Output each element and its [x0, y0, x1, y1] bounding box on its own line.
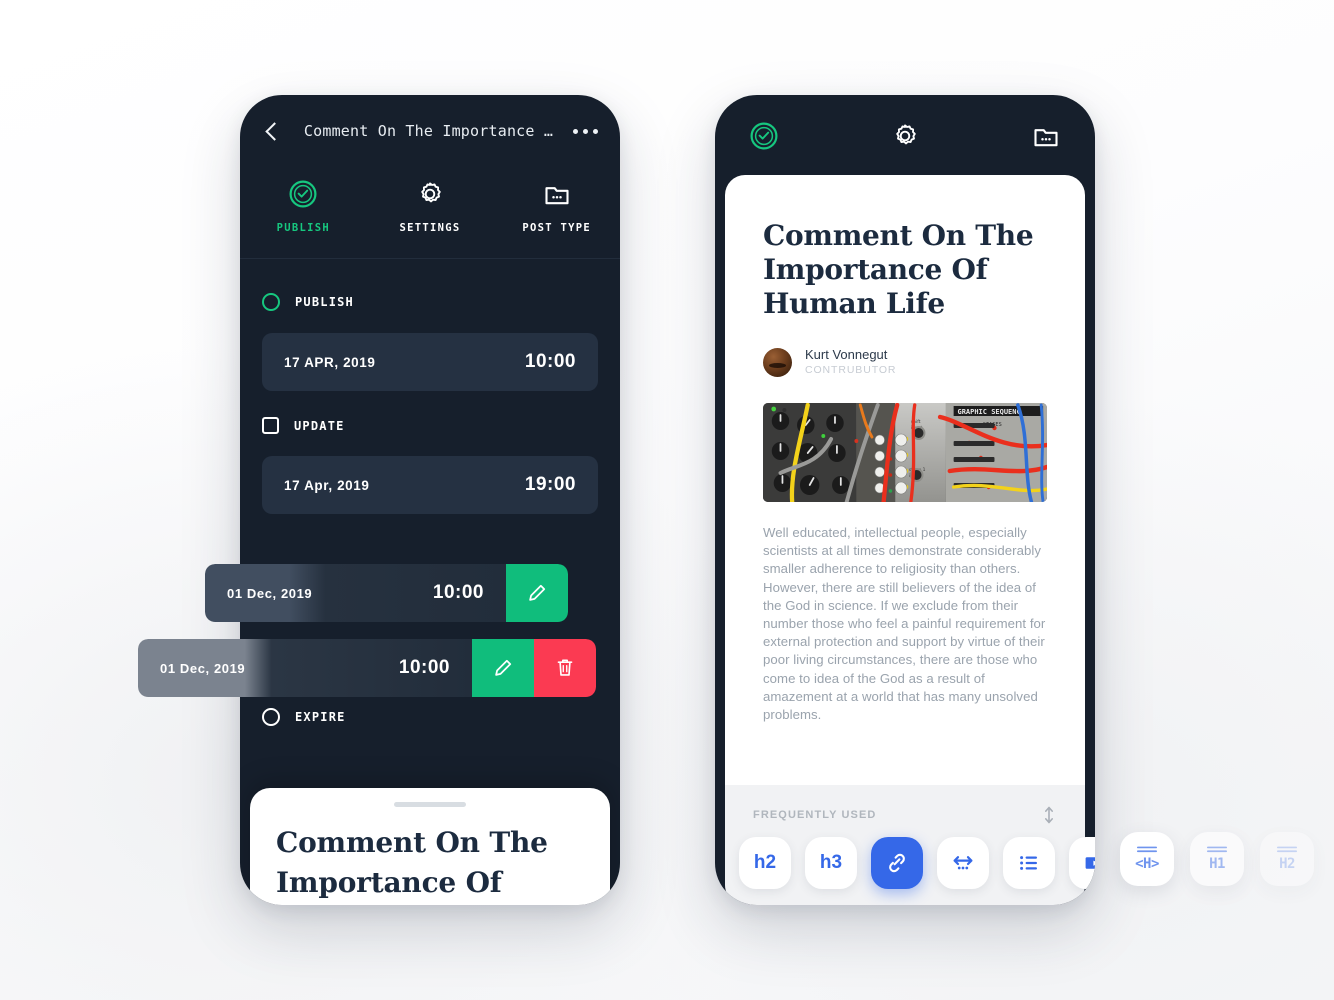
tab-settings[interactable]: SETTINGS — [367, 179, 494, 234]
publish-tab-strip: PUBLISH SETTINGS POST TYPE — [240, 167, 620, 259]
phone-editor-screen: Comment On The Importance Of Human Life … — [715, 95, 1095, 905]
date-value: 01 Dec, 2019 — [227, 585, 313, 601]
preview-bottom-sheet[interactable]: Comment On The Importance Of Human Life — [250, 788, 610, 905]
folder-dots-icon — [1034, 129, 1058, 147]
folder-dots-icon — [545, 187, 569, 205]
author-name: Kurt Vonnegut — [805, 347, 888, 362]
toolbar-button-row: h2 h3 — [725, 825, 1095, 889]
option-update-label: UPDATE — [294, 418, 345, 433]
nav-publish-button[interactable] — [749, 121, 853, 151]
option-update[interactable]: UPDATE — [262, 417, 598, 434]
swipe-row[interactable]: 01 Dec, 2019 10:00 — [205, 564, 568, 622]
tab-publish[interactable]: PUBLISH — [240, 179, 367, 234]
format-button-video[interactable] — [1069, 837, 1095, 889]
floating-chip-heading-2[interactable]: H2 — [1260, 832, 1314, 886]
floating-chip-label: H2 — [1279, 856, 1295, 872]
format-button-link[interactable] — [871, 837, 923, 889]
avatar — [763, 347, 792, 377]
date-value: 17 Apr, 2019 — [284, 477, 370, 493]
radio-publish-icon[interactable] — [262, 293, 280, 311]
link-icon — [889, 853, 905, 873]
delete-action-button[interactable] — [534, 639, 596, 697]
more-horizontal-icon[interactable] — [573, 128, 598, 134]
option-expire-label: EXPIRE — [295, 710, 346, 724]
floating-chip-label: H1 — [1209, 856, 1225, 872]
time-value: 10:00 — [398, 657, 450, 678]
format-toolbar: FREQUENTLY USED h2 h3 — [725, 785, 1095, 905]
svg-text:GRAPHIC SEQUENC: GRAPHIC SEQUENC — [958, 407, 1021, 416]
text-lines-icon — [1137, 846, 1157, 853]
toolbar-header: FREQUENTLY USED — [725, 785, 1085, 825]
time-value: 10:00 — [432, 582, 484, 603]
format-button-heading-3[interactable]: h3 — [805, 837, 857, 889]
format-button-more-embed[interactable] — [937, 837, 989, 889]
nav-settings-button[interactable] — [853, 121, 957, 151]
arrows-more-icon — [953, 856, 973, 870]
sort-vertical-icon[interactable] — [1041, 805, 1057, 825]
video-icon — [1085, 857, 1095, 869]
floating-chip-label: <H> — [1135, 856, 1159, 872]
article-editor-canvas[interactable]: Comment On The Importance Of Human Life … — [725, 175, 1085, 875]
canvas: Comment On The Importance … PUBLISH SETT… — [0, 0, 1334, 1000]
option-expire[interactable]: EXPIRE — [262, 708, 598, 726]
phone-publish-screen: Comment On The Importance … PUBLISH SETT… — [240, 95, 620, 905]
format-button-list[interactable] — [1003, 837, 1055, 889]
option-publish-label: PUBLISH — [295, 295, 354, 309]
trash-icon — [557, 659, 573, 676]
format-button-label: h3 — [819, 852, 843, 873]
swipe-row[interactable]: 01 Dec, 2019 10:00 — [138, 639, 596, 697]
clock-check-circle-icon — [750, 122, 778, 150]
synthesizer-photo: GRAPHIC SEQUENC STAGES shift input stage… — [763, 403, 1047, 502]
nav-post-type-button[interactable] — [957, 121, 1061, 151]
article-content: Comment On The Importance Of Human Life … — [725, 175, 1085, 724]
preview-title: Comment On The Importance Of Human Life — [276, 826, 548, 899]
format-button-label: h2 — [753, 852, 777, 873]
gear-icon — [896, 124, 916, 145]
datetime-row-publish[interactable]: 17 APR, 2019 10:00 — [262, 333, 598, 391]
author-role: CONTRUBUTOR — [805, 364, 897, 376]
chevron-left-icon[interactable] — [262, 120, 284, 142]
article-title[interactable]: Comment On The Importance Of Human Life — [763, 219, 1047, 321]
tab-settings-label: SETTINGS — [399, 222, 461, 234]
checkbox-update-icon[interactable] — [262, 417, 279, 434]
date-value: 01 Dec, 2019 — [160, 660, 246, 676]
pencil-icon — [529, 584, 546, 601]
datetime-row-update[interactable]: 17 Apr, 2019 19:00 — [262, 456, 598, 514]
bullet-list-icon — [1020, 856, 1037, 870]
gear-icon — [421, 182, 441, 203]
floating-chip-heading-1[interactable]: H1 — [1190, 832, 1244, 886]
sheet-grabber-handle[interactable] — [394, 802, 466, 807]
tab-post-type-label: POST TYPE — [522, 222, 591, 234]
tab-publish-label: PUBLISH — [276, 222, 331, 234]
article-byline: Kurt Vonnegut CONTRUBUTOR — [763, 347, 1047, 377]
article-body[interactable]: Well educated, intellectual people, espe… — [763, 524, 1047, 724]
date-value: 17 APR, 2019 — [284, 354, 376, 370]
time-value: 10:00 — [524, 351, 576, 372]
toolbar-section-label: FREQUENTLY USED — [753, 809, 877, 821]
floating-chip-heading-code[interactable]: <H> — [1120, 832, 1174, 886]
publish-navbar: Comment On The Importance … — [240, 95, 620, 167]
editor-navbar — [715, 95, 1095, 177]
edit-action-button[interactable] — [506, 564, 568, 622]
swipe-row-content[interactable]: 01 Dec, 2019 10:00 — [138, 639, 472, 697]
page-title: Comment On The Importance … — [303, 122, 554, 140]
clock-check-circle-icon — [289, 180, 317, 208]
pencil-icon — [495, 659, 512, 676]
radio-expire-icon[interactable] — [262, 708, 280, 726]
article-image[interactable]: GRAPHIC SEQUENC STAGES shift input stage… — [763, 403, 1047, 502]
text-lines-icon — [1277, 846, 1297, 853]
edit-action-button[interactable] — [472, 639, 534, 697]
tab-post-type[interactable]: POST TYPE — [493, 179, 620, 234]
format-button-heading-2[interactable]: h2 — [739, 837, 791, 889]
time-value: 19:00 — [524, 474, 576, 495]
option-publish[interactable]: PUBLISH — [262, 293, 598, 311]
text-lines-icon — [1207, 846, 1227, 853]
swipe-row-content[interactable]: 01 Dec, 2019 10:00 — [205, 564, 506, 622]
